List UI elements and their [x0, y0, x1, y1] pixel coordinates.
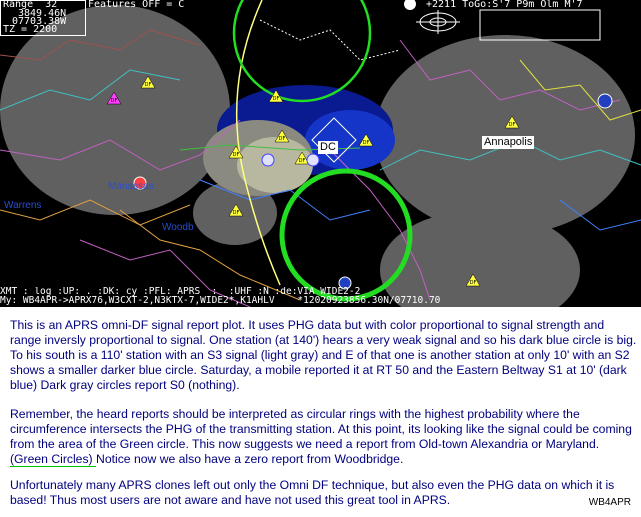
paragraph-2: Remember, the heard reports should be in…: [10, 407, 638, 467]
paragraph-1: This is an APRS omni-DF signal report pl…: [10, 318, 637, 392]
station-icon[interactable]: [261, 153, 275, 167]
station-icon[interactable]: [597, 93, 613, 109]
s0-circle-east: [375, 35, 635, 235]
svg-text:DF: DF: [470, 280, 477, 286]
label-annapolis: Annapolis: [482, 136, 535, 149]
station-icon[interactable]: [306, 153, 320, 167]
label-town-low: Woodb: [162, 222, 194, 233]
paragraph-3: Unfortunately many APRS clones left out …: [10, 478, 615, 507]
label-town-mid: Manassas: [108, 181, 154, 192]
light-gray-circle-s3: [237, 137, 313, 193]
hud-top-right: +2211 ToGo:S'7 P9m Olm M'7: [426, 0, 583, 10]
green-circles-link[interactable]: (Green Circles): [10, 452, 97, 467]
svg-text:DF: DF: [509, 122, 516, 128]
svg-text:DF: DF: [279, 136, 286, 142]
paragraph-2-text: Remember, the heard reports should be in…: [10, 407, 632, 451]
bullseye-icon[interactable]: [416, 10, 460, 34]
svg-text:DF: DF: [111, 98, 118, 104]
svg-text:DF: DF: [145, 82, 152, 88]
label-dc: DC: [318, 141, 338, 154]
hud-tz: TZ = 2200: [3, 24, 58, 35]
svg-text:DF: DF: [273, 96, 280, 102]
label-town-left: Warrens: [4, 200, 42, 211]
status-line-2: My: WB4APR->APRX76,W3CXT-2,N3KTX-7,WIDE2…: [0, 296, 441, 305]
svg-text:DF: DF: [363, 140, 370, 146]
svg-text:DF: DF: [233, 210, 240, 216]
hud-features[interactable]: Features OFF = C: [88, 0, 184, 10]
author-credit: WB4APR: [588, 497, 631, 508]
description-panel: This is an APRS omni-DF signal report pl…: [0, 307, 641, 517]
aprs-map[interactable]: DF DF DF DF DF DF DF DF DF DF Range 32 3…: [0, 0, 641, 307]
state-line: [259, 19, 401, 61]
station-icon[interactable]: [404, 0, 416, 10]
svg-text:DF: DF: [299, 158, 306, 164]
status-line-1: XMT : log :UP: . :DK: cy :PFL: APRS : :U…: [0, 287, 361, 296]
svg-text:DF: DF: [233, 152, 240, 158]
paragraph-2-tail: Notice now we also have a zero report fr…: [96, 452, 404, 466]
